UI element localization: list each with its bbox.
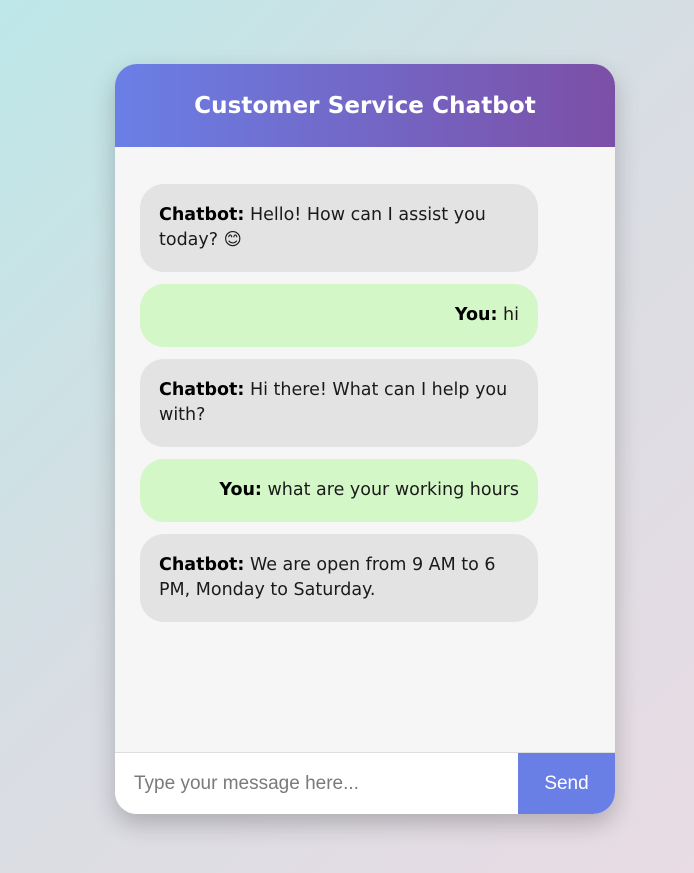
message-text: hi bbox=[497, 305, 519, 325]
chat-title: Customer Service Chatbot bbox=[194, 92, 536, 119]
chat-window: Customer Service Chatbot Chatbot: Hello!… bbox=[115, 64, 615, 814]
bot-message: Chatbot: Hello! How can I assist you tod… bbox=[140, 184, 538, 272]
message-sender: Chatbot: bbox=[159, 380, 245, 400]
chat-header: Customer Service Chatbot bbox=[115, 64, 615, 147]
message-sender: Chatbot: bbox=[159, 205, 245, 225]
bot-message: Chatbot: We are open from 9 AM to 6 PM, … bbox=[140, 534, 538, 622]
message-sender: You: bbox=[454, 305, 498, 325]
message-sender: Chatbot: bbox=[159, 555, 245, 575]
user-message: You: what are your working hours bbox=[140, 459, 538, 522]
send-button[interactable]: Send bbox=[518, 753, 615, 814]
bot-message: Chatbot: Hi there! What can I help you w… bbox=[140, 359, 538, 447]
chat-input-bar: Send bbox=[115, 752, 615, 814]
message-input[interactable] bbox=[115, 753, 518, 814]
user-message: You: hi bbox=[140, 284, 538, 347]
message-sender: You: bbox=[219, 480, 262, 500]
chat-messages: Chatbot: Hello! How can I assist you tod… bbox=[115, 147, 615, 752]
message-text: what are your working hours bbox=[261, 480, 519, 500]
